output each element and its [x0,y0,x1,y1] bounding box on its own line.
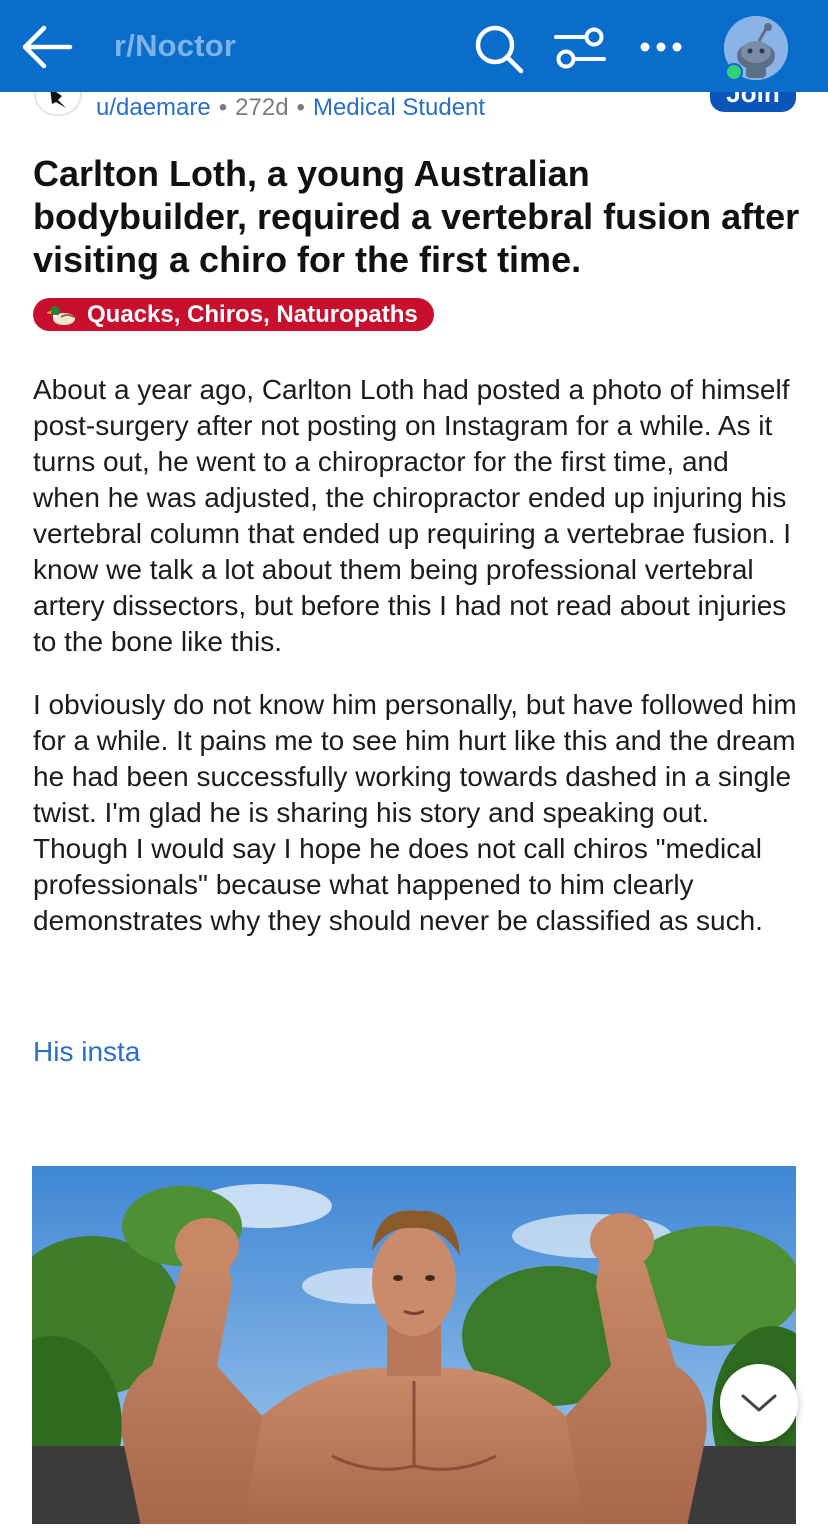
post-paragraph: I obviously do not know him personally, … [33,689,797,936]
post-age: 272d [235,94,289,121]
post-image[interactable] [32,1166,796,1531]
filter-button[interactable] [552,24,608,72]
more-options-button[interactable] [638,36,684,58]
post-title: Carlton Loth, a young Australian bodybui… [33,153,800,280]
back-button[interactable] [20,22,74,72]
post-meta-row: u/daemare • 272d • Medical Student Join [0,86,828,132]
post-flair[interactable]: Quacks, Chiros, Naturopaths [33,298,434,331]
user-flair: Medical Student [312,94,486,121]
top-app-bar: r/Noctor [0,0,828,92]
search-icon [475,25,524,74]
post-body: About a year ago, Carlton Loth had poste… [33,372,803,966]
more-icon [640,42,682,52]
back-arrow-icon [22,25,73,69]
post-paragraph: About a year ago, Carlton Loth had poste… [33,374,792,657]
duck-icon [47,305,75,325]
meta-separator: • [296,94,305,121]
bottom-edge [0,1524,828,1531]
photo-bodybuilder-flexing [32,1166,796,1531]
chevron-down-icon [741,1394,777,1412]
filter-icon [554,27,606,69]
author-username[interactable]: u/daemare [96,94,211,121]
search-button[interactable] [472,22,526,76]
post-flair-label: Quacks, Chiros, Naturopaths [87,300,418,328]
scroll-down-button[interactable] [720,1364,798,1442]
instagram-link[interactable]: His insta [33,1036,140,1068]
subreddit-name[interactable]: r/Noctor [114,28,236,64]
online-status-dot [725,63,743,81]
post-meta: u/daemare • 272d • Medical Student [96,94,485,122]
meta-separator: • [218,94,228,121]
